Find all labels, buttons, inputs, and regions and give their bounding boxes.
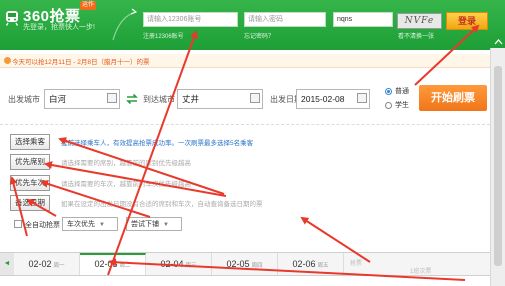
- priority-seat-desc: 请选择需要的席别，越靠前的席别优先级越高: [61, 160, 191, 167]
- auto-options-row: 全自动抢票 车次优先 ▼ 尝试下铺 ▼: [0, 216, 490, 234]
- select-passenger-desc: 提前选择乘车人，有效提高抢票成功率。一次刷票最多选择5名乘客: [61, 140, 254, 147]
- date-tab-week: 周三: [185, 263, 197, 269]
- radio-student-dot[interactable]: [385, 101, 392, 109]
- date-tab-week: 周一: [53, 263, 65, 269]
- date-tab-date: 02-02: [28, 259, 52, 269]
- date-tab-0206[interactable]: 02-06 周五: [278, 253, 344, 275]
- alternate-date-button[interactable]: 备选日期: [10, 195, 50, 211]
- date-tab-0202[interactable]: 02-02 周一: [14, 253, 80, 275]
- select-passenger-button[interactable]: 选择乘客: [10, 134, 50, 150]
- date-tab-date: 02-06: [292, 259, 316, 269]
- notice-text: 今天可以抢12月11日 - 2月8日（腊月十一）的票: [12, 59, 150, 66]
- date-tab-week: 周四: [251, 263, 263, 269]
- date-tab-week: 周五: [317, 263, 329, 269]
- date-tabs: ◄ 02-02 周一 02-03 周二 02-04 周三 02-05 周四 02-06 周…: [0, 252, 490, 276]
- date-tab-date: 02-04: [160, 259, 184, 269]
- auto-checkbox-label: 全自动抢票: [25, 222, 60, 229]
- date-tab-date: 02-03: [94, 259, 118, 269]
- radio-normal-label: 普通: [395, 88, 409, 95]
- refresh-captcha-link[interactable]: 看不清换一张: [398, 31, 434, 40]
- retry-select[interactable]: 尝试下铺 ▼: [126, 217, 182, 231]
- date-bar-extra-2: 1班次票: [410, 269, 432, 275]
- scroll-up-icon[interactable]: [494, 38, 503, 46]
- password-input[interactable]: 请输入密码: [244, 12, 326, 27]
- date-bar-extra: 抢票: [350, 261, 363, 267]
- decoration-swirl-icon: [112, 8, 138, 41]
- to-city-label: 到达城市: [143, 95, 175, 104]
- date-tab-0203[interactable]: 02-03 周二: [80, 253, 146, 275]
- from-city-label: 出发城市: [8, 95, 40, 104]
- date-tab-date: 02-05: [226, 259, 250, 269]
- notice-bar: 今天可以抢12月11日 - 2月8日（腊月十一）的票: [0, 54, 490, 68]
- route-search-row: 出发城市 白河 到达城市 丈井 出发日期 2015-02-08 普通 学生: [0, 80, 490, 120]
- vertical-scrollbar[interactable]: [490, 48, 505, 286]
- scrollbar-thumb[interactable]: [494, 66, 502, 266]
- settings-panel: 选择乘客 提前选择乘车人，有效提高抢票成功率。一次刷票最多选择5名乘客 优先席别…: [0, 124, 490, 216]
- date-tab-0204[interactable]: 02-04 周三: [146, 253, 212, 275]
- priority-train-button[interactable]: 优先车次: [10, 175, 50, 191]
- date-tab-0205[interactable]: 02-05 周四: [212, 253, 278, 275]
- from-city-picker-icon[interactable]: [107, 93, 117, 103]
- radio-student-label: 学生: [395, 102, 409, 109]
- chevron-down-icon: ▼: [163, 222, 169, 228]
- to-city-picker-icon[interactable]: [250, 93, 260, 103]
- calendar-icon[interactable]: [357, 93, 367, 103]
- priority-train-desc: 请选择需要的车次，越靠前的车次优先级越高: [61, 181, 191, 188]
- forgot-password-link[interactable]: 忘记密码？: [244, 31, 274, 40]
- header-bar: 360抢票 运作 先登录，抢票快人一步! 请输入12306账号 注册12306账…: [0, 0, 505, 50]
- chevron-down-icon: ▼: [99, 222, 105, 228]
- radio-normal[interactable]: 普通: [385, 86, 409, 96]
- chevron-left-icon[interactable]: ◄: [0, 253, 14, 275]
- logo-badge: 运作: [80, 1, 97, 10]
- priority-seat-button[interactable]: 优先席别: [10, 154, 50, 170]
- username-input[interactable]: 请输入12306账号: [143, 12, 238, 27]
- captcha-input[interactable]: nqns: [333, 12, 393, 27]
- logo-slogan: 先登录，抢票快人一步!: [23, 24, 95, 31]
- priority-select-value: 车次优先: [67, 221, 95, 228]
- radio-student[interactable]: 学生: [385, 100, 409, 110]
- notice-icon: [4, 57, 11, 64]
- retry-select-value: 尝试下铺: [131, 221, 159, 228]
- train-logo-icon: [5, 11, 19, 26]
- login-button[interactable]: 登录: [446, 12, 488, 30]
- alternate-date-desc: 如果在设定的出发日期没有合适的席别和车次，自动查询备选日期的票: [61, 201, 263, 208]
- captcha-image[interactable]: NVFe: [397, 13, 442, 29]
- swap-icon[interactable]: [126, 93, 138, 105]
- date-tab-week: 周二: [119, 263, 131, 269]
- register-link[interactable]: 注册12306账号: [143, 31, 184, 40]
- start-refresh-button[interactable]: 开始刷票: [419, 85, 487, 111]
- auto-checkbox[interactable]: [14, 220, 22, 228]
- priority-select[interactable]: 车次优先 ▼: [62, 217, 118, 231]
- radio-normal-dot[interactable]: [385, 87, 392, 95]
